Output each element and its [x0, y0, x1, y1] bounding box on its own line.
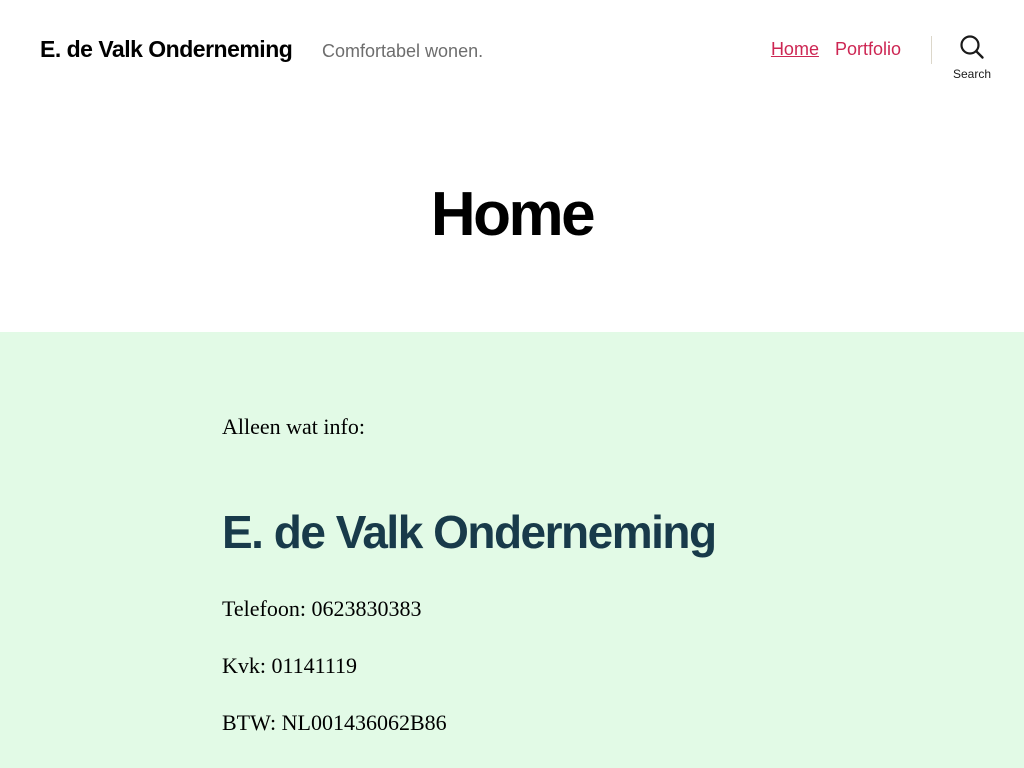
page-title: Home	[430, 180, 596, 249]
search-label: Search	[952, 67, 992, 81]
menu-item-home[interactable]: Home	[771, 39, 819, 60]
phone-text: Telefoon: 0623830383	[222, 596, 422, 621]
primary-menu: Home Portfolio	[771, 39, 901, 60]
entry-header: Home	[0, 100, 1024, 332]
entry-content: Alleen wat info: E. de Valk Onderneming …	[0, 332, 1024, 768]
header-divider	[931, 36, 932, 64]
site-header: E. de Valk Onderneming Comfortabel wonen…	[0, 0, 1024, 100]
intro-text: Alleen wat info:	[222, 414, 365, 439]
btw-text: BTW: NL001436062B86	[222, 710, 447, 735]
company-heading: E. de Valk Onderneming	[222, 506, 717, 558]
menu-item-portfolio[interactable]: Portfolio	[835, 39, 901, 60]
site-title-link[interactable]: E. de Valk Onderneming	[40, 36, 293, 63]
search-toggle-button[interactable]: Search	[948, 34, 996, 86]
kvk-text: Kvk: 01141119	[222, 653, 358, 678]
site-tagline: Comfortabel wonen.	[322, 41, 484, 61]
search-icon	[959, 34, 985, 60]
